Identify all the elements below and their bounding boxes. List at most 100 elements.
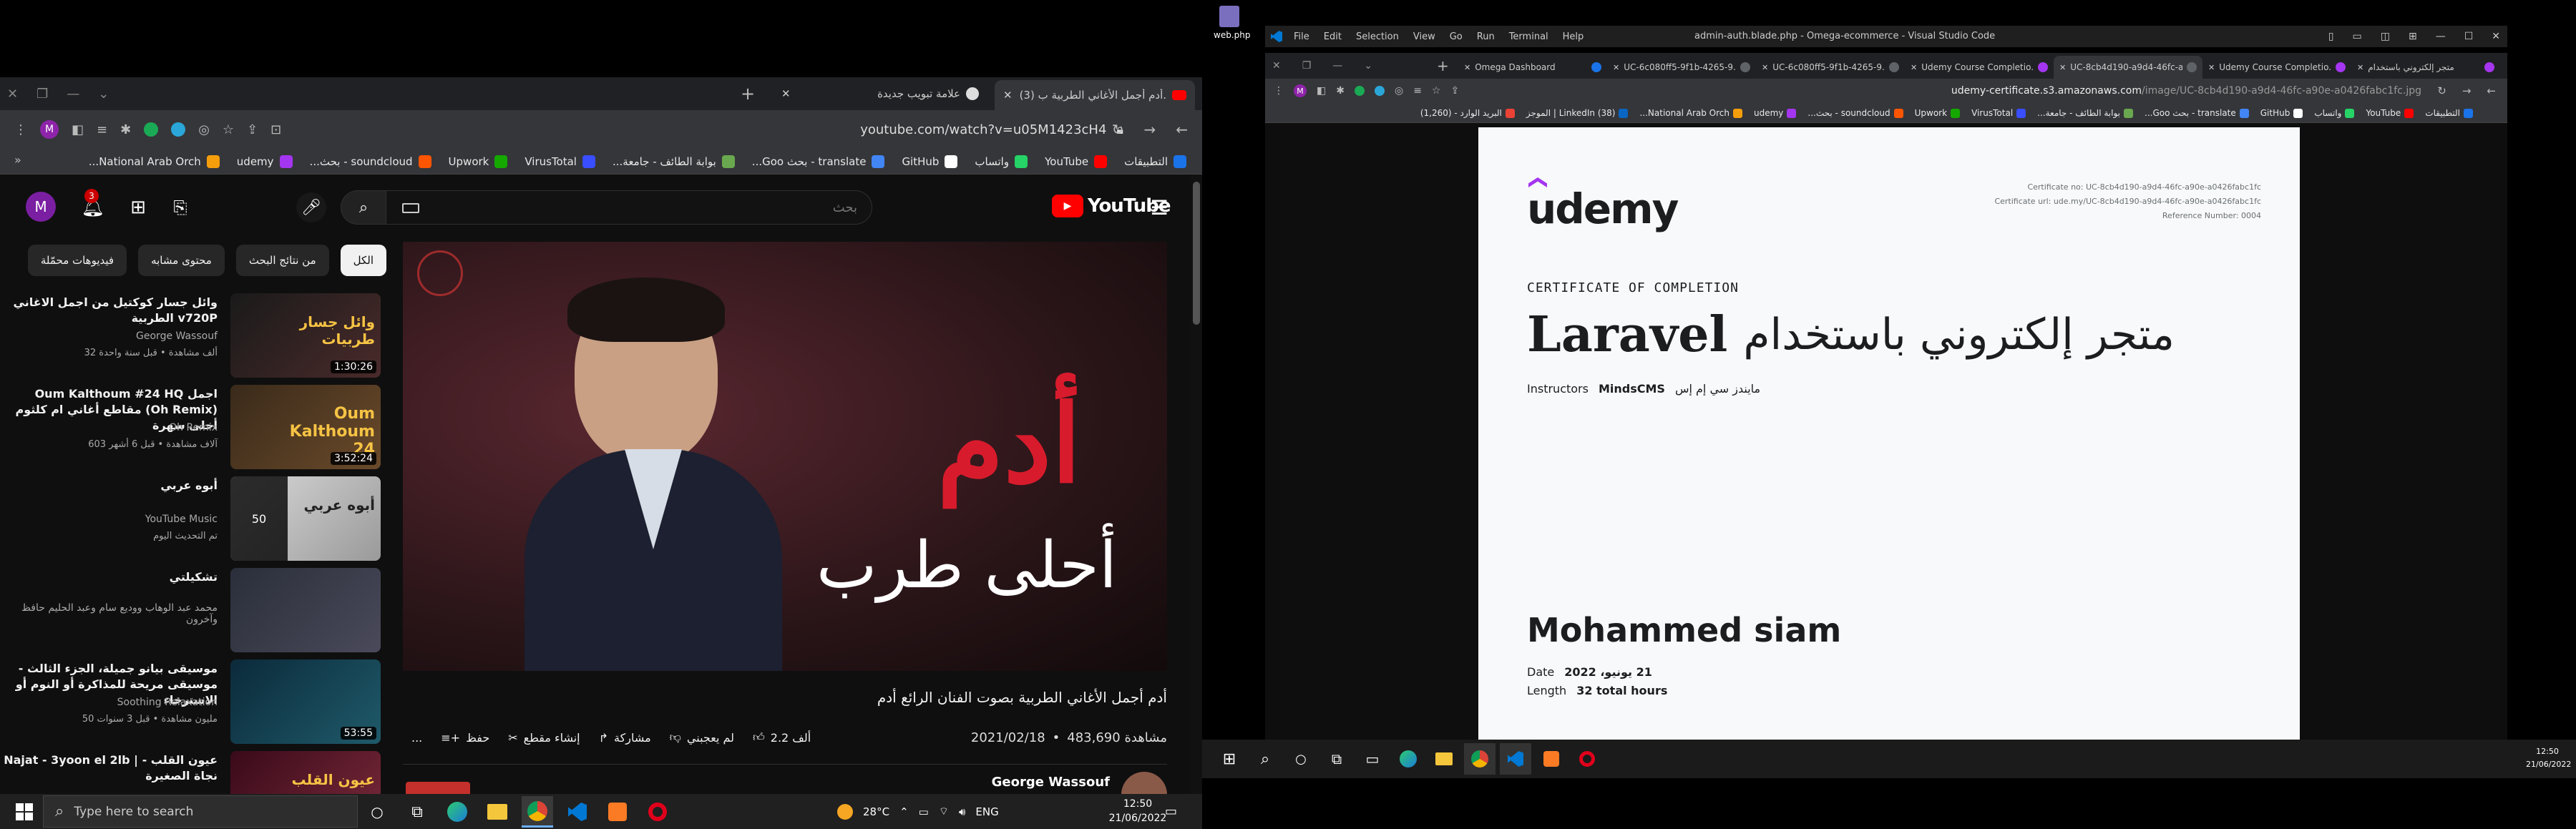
minimize-window-icon[interactable]: — xyxy=(67,87,79,102)
browser-tab[interactable]: ✕ UC-8cb4d190-a9d4-46fc-a... xyxy=(2054,56,2202,79)
profile-avatar[interactable]: M xyxy=(40,120,59,139)
filter-chip[interactable]: من نتائج البحث xyxy=(235,245,329,276)
maximize-icon[interactable]: ☐ xyxy=(2464,31,2474,42)
close-tab-icon[interactable]: ✕ xyxy=(1003,89,1013,102)
edge-icon[interactable] xyxy=(441,796,473,828)
bookmark-item[interactable]: (38) LinkedIn | الموجز xyxy=(1526,108,1629,118)
bookmark-star-icon[interactable]: ☆ xyxy=(1432,85,1441,97)
file-explorer-icon[interactable] xyxy=(1428,743,1460,775)
start-button[interactable] xyxy=(16,803,33,820)
vscode-menu-item[interactable]: Help xyxy=(1563,31,1584,42)
bookmark-item[interactable]: VirusTotal xyxy=(525,155,595,168)
vscode-menu-item[interactable]: View xyxy=(1413,31,1435,42)
clock-date[interactable]: 21/06/2022 xyxy=(2526,758,2571,771)
filter-chip[interactable]: فيديوهات محمّلة xyxy=(27,245,127,276)
layout-icon[interactable]: ▯ xyxy=(2328,31,2334,42)
url-text[interactable]: youtube.com/watch?v=u05M1423cH4 xyxy=(860,122,1106,137)
weather-icon[interactable] xyxy=(837,803,853,820)
bookmark-item[interactable]: National Arab Orch... xyxy=(89,155,220,168)
bookmark-item[interactable]: National Arab Orch... xyxy=(1639,108,1742,118)
menu-dots-icon[interactable]: ⋮ xyxy=(14,122,27,137)
browser-tab[interactable]: ✕ UC-6c080ff5-9f1b-4265-9... xyxy=(1607,56,1756,79)
file-explorer-icon[interactable] xyxy=(482,796,513,828)
recommendation-item[interactable]: وائل جسار طربيات 1:30:26 وائل جسار كوكتيل … xyxy=(1,293,381,379)
video-player[interactable]: أدم أحلى طرب xyxy=(403,242,1167,671)
browser-tab[interactable]: ✕ Udemy Course Completio... xyxy=(2202,56,2351,79)
bookmark-item[interactable]: بوابة الطائف - جامعة... xyxy=(2037,108,2134,118)
save-button[interactable]: ≡+ حفظ xyxy=(441,731,489,745)
bookmark-item[interactable]: soundcloud - بحث... xyxy=(1807,108,1903,118)
forward-icon[interactable]: → xyxy=(2462,84,2472,97)
extensions-icon[interactable]: ✱ xyxy=(120,122,131,137)
share-icon[interactable]: ⇪ xyxy=(1450,85,1459,97)
bookmark-item[interactable]: YouTube xyxy=(2366,108,2414,118)
install-icon[interactable]: ⊡ xyxy=(270,122,281,137)
bookmark-item[interactable]: udemy xyxy=(1754,108,1797,118)
ext-grey-icon[interactable]: ◎ xyxy=(1395,85,1403,97)
url-host[interactable]: udemy-certificate.s3.amazonaws.com xyxy=(1951,85,2142,97)
reload-icon[interactable]: ↻ xyxy=(2437,84,2446,97)
recommendation-thumbnail[interactable]: عيون القلب xyxy=(230,751,381,794)
close-tab-icon[interactable]: ✕ xyxy=(1762,63,1768,72)
voice-search-icon[interactable]: 🎤︎ xyxy=(296,192,326,222)
recommendation-thumbnail[interactable]: Oum Kalthoum 24 3:52:24 xyxy=(230,385,381,469)
bookmark-item[interactable]: udemy xyxy=(237,155,293,168)
ext-green-icon[interactable] xyxy=(1354,86,1365,96)
recommendation-item[interactable]: Oum Kalthoum 24 3:52:24 Oum Kalthoum #24 H… xyxy=(1,385,381,471)
clock-time[interactable]: 12:50 xyxy=(2526,745,2569,758)
tray-chevron-icon[interactable]: ⌃ xyxy=(899,805,909,818)
bookmark-item[interactable]: translate - بحث Goo... xyxy=(2145,108,2249,118)
new-tab-button[interactable]: + xyxy=(737,83,758,104)
close-tab-icon[interactable]: ✕ xyxy=(2208,63,2215,72)
bookmark-item[interactable]: Upwork xyxy=(449,155,508,168)
recommendation-thumbnail[interactable]: أبوه عربي 50 xyxy=(230,476,381,561)
avatar[interactable]: M xyxy=(26,192,56,222)
taskbar-search-box[interactable]: ⌕ Type here to search xyxy=(43,795,358,828)
scrollbar-thumb[interactable] xyxy=(1193,182,1200,325)
task-view-icon[interactable]: ⧉ xyxy=(1321,743,1352,775)
bookmark-item[interactable]: GitHub xyxy=(2260,108,2303,118)
close-tab-icon[interactable]: ✕ xyxy=(2059,63,2066,72)
vscode-menu-item[interactable]: Run xyxy=(1477,31,1495,42)
recommendation-item[interactable]: عيون القلب Najat - 3yoon el 2lb | عيون ال… xyxy=(1,751,381,794)
volume-icon[interactable]: 🔊︎ xyxy=(959,805,965,818)
restore-window-icon[interactable]: ❐ xyxy=(36,87,48,102)
minimize-window-icon[interactable]: — xyxy=(1332,60,1342,72)
close-tab-icon[interactable]: ✕ xyxy=(1613,63,1619,72)
page-scrollbar[interactable] xyxy=(1191,175,1202,794)
search-input[interactable] xyxy=(386,190,872,225)
layout4-icon[interactable]: ⊞ xyxy=(2409,31,2417,42)
bookmark-item[interactable]: واتساب xyxy=(2314,108,2355,118)
channel-name[interactable]: George Wassouf xyxy=(992,775,1110,790)
recommendation-thumbnail[interactable]: 53:55 xyxy=(230,659,381,744)
bookmark-item[interactable]: Upwork xyxy=(1915,108,1961,118)
vscode-menu-item[interactable]: Go xyxy=(1450,31,1463,42)
create-video-icon[interactable]: ⎘ xyxy=(167,195,193,220)
bookmark-item[interactable]: التطبيقات xyxy=(2425,108,2473,118)
reload-icon[interactable]: ↻ xyxy=(1112,121,1124,138)
recommendation-thumbnail[interactable]: وائل جسار طربيات 1:30:26 xyxy=(230,293,381,378)
apps-grid-icon[interactable]: ⊞ xyxy=(125,195,151,220)
share-button[interactable]: ↱ مشاركة xyxy=(599,731,651,745)
sidebar-icon[interactable]: ◧ xyxy=(1317,85,1326,97)
more-actions-button[interactable]: ... xyxy=(411,731,422,745)
extensions-icon[interactable]: ✱ xyxy=(1336,85,1345,97)
restore-window-icon[interactable]: ❐ xyxy=(1302,60,1312,72)
bookmark-item[interactable]: البريد الوارد - (1,260) xyxy=(1420,108,1515,118)
tab-search-icon[interactable]: ⌄ xyxy=(98,87,109,102)
close-window-icon[interactable]: ✕ xyxy=(1272,60,1281,72)
tab-youtube[interactable]: ✕ (3) أدم أجمل الأغاني الطربية ب... xyxy=(995,80,1195,110)
recommendation-item[interactable]: تشكيلتي محمد عبد الوهاب ووديع سام وعبد ال… xyxy=(1,568,381,654)
xampp-icon[interactable] xyxy=(1536,743,1567,775)
bookmarks-overflow-icon[interactable]: » xyxy=(14,153,21,167)
vscode-menu-item[interactable]: Edit xyxy=(1324,31,1342,42)
task-view-icon[interactable]: ⧉ xyxy=(401,796,433,828)
search-icon[interactable]: ⌕ xyxy=(1249,743,1281,775)
browser-tab[interactable]: ✕ Udemy Course Completio... xyxy=(1905,56,2054,79)
close-tab-icon[interactable]: ✕ xyxy=(2357,63,2363,72)
opera-icon[interactable] xyxy=(1571,743,1603,775)
vscode-taskbar-icon[interactable] xyxy=(1500,743,1531,775)
chrome-taskbar-icon[interactable] xyxy=(1464,743,1496,775)
desktop-file-icon[interactable]: web.php xyxy=(1214,6,1250,40)
back-icon[interactable]: ← xyxy=(1176,121,1188,138)
